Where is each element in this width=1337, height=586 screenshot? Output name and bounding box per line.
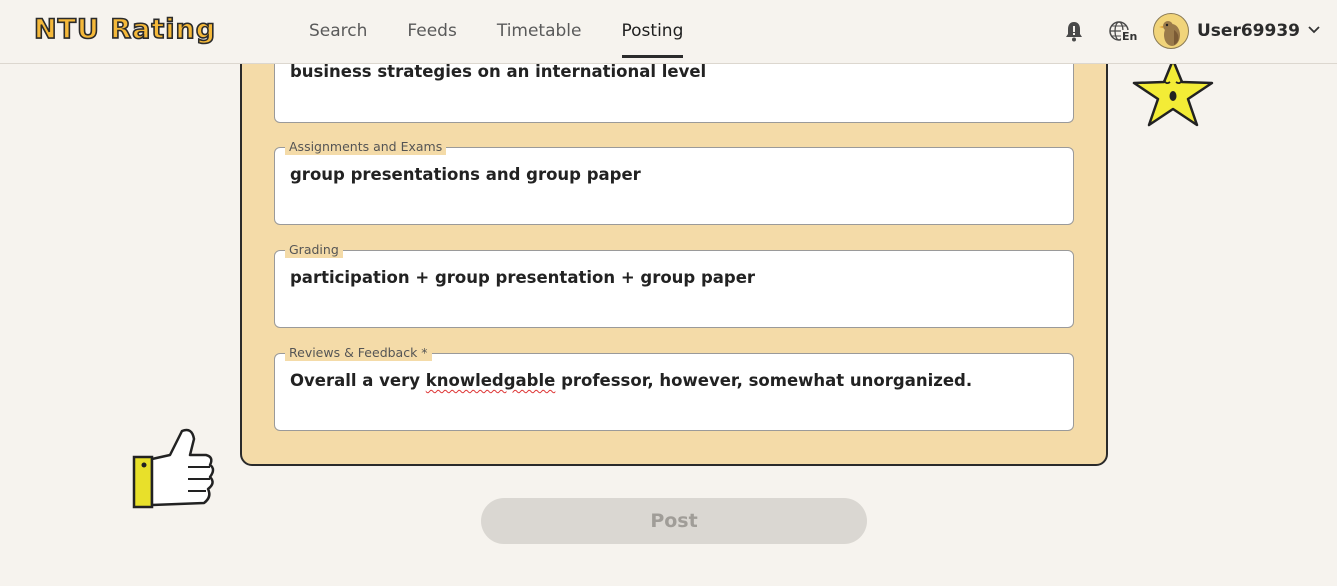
course-content-value[interactable]: business strategies on an international … (290, 61, 706, 83)
nav-feeds[interactable]: Feeds (407, 0, 456, 60)
bird-avatar-icon (1159, 21, 1180, 46)
star-mascot-icon (1132, 58, 1214, 127)
grading-value[interactable]: participation + group presentation + gro… (290, 267, 755, 289)
avatar[interactable] (1153, 13, 1189, 49)
grading-label: Grading (285, 242, 343, 258)
app-logo[interactable]: NTU Rating (33, 13, 216, 47)
language-code: En (1121, 30, 1139, 43)
thumbs-up-icon (132, 428, 215, 509)
misspelled-word: knowledgable (425, 371, 556, 390)
reviews-feedback-field[interactable]: Reviews & Feedback * Overall a very know… (274, 345, 1074, 431)
nav-timetable[interactable]: Timetable (497, 0, 582, 60)
nav-search[interactable]: Search (309, 0, 367, 60)
assignments-exams-label: Assignments and Exams (285, 139, 447, 155)
assignments-exams-field[interactable]: Assignments and Exams group presentation… (274, 139, 1074, 225)
chevron-down-icon[interactable] (1307, 24, 1321, 36)
grading-field[interactable]: Grading participation + group presentati… (274, 242, 1074, 328)
top-header: NTU Rating Search Feeds Timetable Postin… (0, 0, 1337, 64)
post-button[interactable]: Post (481, 498, 867, 544)
assignments-exams-value[interactable]: group presentations and group paper (290, 164, 641, 186)
bell-icon[interactable] (1064, 20, 1084, 42)
username[interactable]: User69939 (1197, 19, 1300, 43)
reviews-text-part-2: professor, however, somewhat unorganized… (555, 371, 973, 390)
reviews-text-part-1: Overall a very (290, 371, 426, 390)
reviews-feedback-label: Reviews & Feedback * (285, 345, 432, 361)
reviews-feedback-value[interactable]: Overall a very knowledgable professor, h… (290, 370, 972, 392)
nav-posting[interactable]: Posting (621, 0, 683, 60)
main-nav: Search Feeds Timetable Posting (309, 0, 723, 60)
language-selector[interactable]: En (1108, 20, 1139, 44)
